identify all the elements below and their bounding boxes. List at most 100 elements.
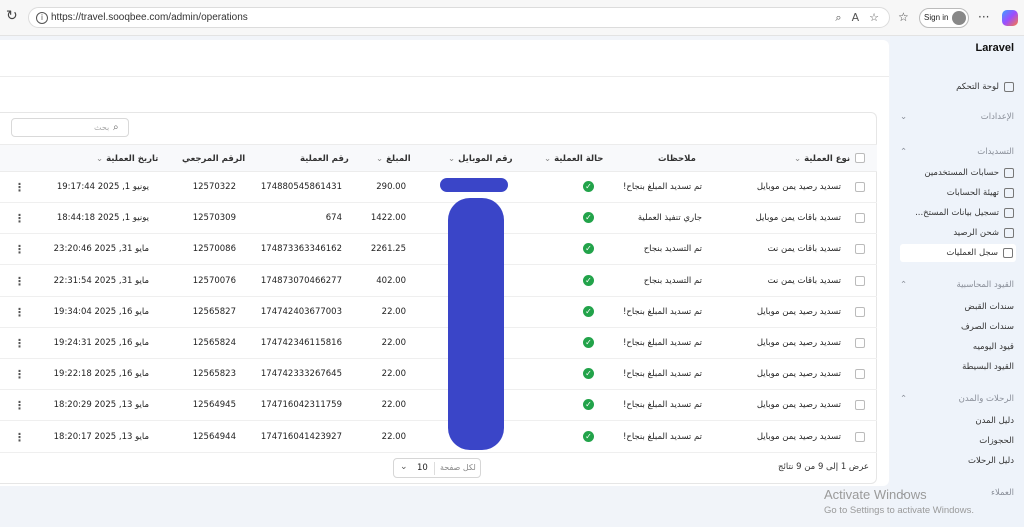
cell-operation-number: 174742333267645	[260, 369, 342, 380]
url-text[interactable]: https://travel.sooqbee.com/admin/operati…	[51, 12, 248, 23]
sidebar-item-bookings[interactable]: الحجوزات	[900, 432, 1014, 450]
cell-operation-type: تسديد رصيد يمن موبايل	[756, 431, 841, 442]
column-operation-number: رقم العملية	[300, 154, 349, 164]
cell-notes: تم التسديد بنجاح	[643, 244, 702, 255]
cell-operation-type: تسديد باقات يمن موبايل	[755, 213, 841, 224]
select-all-checkbox[interactable]	[855, 153, 865, 163]
status-success-icon: ✓	[583, 212, 594, 224]
row-actions-icon[interactable]: ⋮	[14, 337, 25, 350]
row-checkbox[interactable]	[855, 244, 865, 255]
row-checkbox[interactable]	[855, 306, 865, 317]
search-icon: ⌕	[113, 122, 119, 133]
cell-operation-number: 174880545861431	[260, 182, 342, 192]
cell-date: مايو 16, 2025 19:24:31	[53, 338, 149, 348]
row-checkbox[interactable]	[855, 213, 865, 224]
sort-icon: ⌄	[376, 154, 384, 164]
column-mobile[interactable]: ⌄ رقم الموبايل	[444, 154, 512, 164]
favorites-icon[interactable]: ☆	[898, 10, 909, 24]
chevron-down-icon: ⌄	[900, 112, 908, 122]
sort-icon: ⌄	[794, 154, 802, 164]
status-success-icon: ✓	[583, 274, 594, 286]
address-bar[interactable]: i https://travel.sooqbee.com/admin/opera…	[28, 7, 890, 28]
cell-reference: 12570076	[192, 275, 236, 286]
row-actions-icon[interactable]: ⋮	[14, 181, 25, 194]
row-checkbox[interactable]	[855, 338, 865, 348]
zoom-icon[interactable]: ⌕	[835, 11, 841, 25]
column-date[interactable]: ⌄ تاريخ العملية	[92, 154, 158, 164]
table-row[interactable]: ⋮ تسديد رصيد يمن موبايل تم تسديد المبلغ بن…	[0, 172, 877, 203]
sidebar-item-balance-topup[interactable]: شحن الرصيد	[900, 224, 1014, 242]
copilot-icon[interactable]	[1002, 10, 1018, 26]
section-payments[interactable]: التسديدات ⌃	[900, 147, 1014, 157]
per-page-select[interactable]: لكل صفحة 10 ⌄	[393, 458, 481, 478]
column-status[interactable]: ⌄ حالة العملية	[540, 154, 603, 164]
document-icon	[1004, 208, 1014, 218]
table-row[interactable]: ⋮ تسديد باقات يمن موبايل جاري تنفيذ العملي…	[0, 203, 877, 235]
status-success-icon: ✓	[583, 430, 594, 442]
row-checkbox[interactable]	[855, 431, 865, 442]
row-actions-icon[interactable]: ⋮	[14, 243, 25, 256]
sidebar-item-trips[interactable]: دليل الرحلات	[900, 452, 1014, 470]
column-reference: الرقم المرجعي	[182, 154, 246, 164]
cell-amount: 22.00	[381, 431, 406, 442]
row-actions-icon[interactable]: ⋮	[14, 212, 25, 225]
row-actions-icon[interactable]: ⋮	[14, 368, 25, 381]
cell-reference: 12564945	[192, 400, 236, 411]
sign-in-button[interactable]: Sign in	[919, 8, 969, 28]
row-checkbox[interactable]	[855, 400, 865, 411]
section-settings[interactable]: الإعدادات ⌄	[900, 112, 1014, 122]
section-trips[interactable]: الرحلات والمدن ⌃	[900, 394, 1014, 404]
table-row[interactable]: ⋮ تسديد باقات يمن نت تم التسديد بنجاح 2261.…	[0, 234, 877, 266]
sidebar-item-payments-vouchers[interactable]: سندات الصرف	[900, 318, 1014, 336]
table-row[interactable]: ⋮ تسديد رصيد يمن موبايل تم تسديد المبلغ بن…	[0, 390, 877, 422]
search-input[interactable]: بحث ⌕	[11, 118, 129, 137]
sidebar-item-dashboard[interactable]: لوحة التحكم	[900, 78, 1014, 96]
favorite-star-icon[interactable]: ☆	[869, 11, 879, 25]
site-info-icon[interactable]: i	[36, 12, 48, 24]
cell-notes: تم تسديد المبلغ بنجاح!	[622, 400, 702, 411]
cell-operation-number: 674	[325, 213, 342, 224]
sidebar-item-simple-entries[interactable]: القيود البسيطة	[900, 358, 1014, 376]
row-checkbox[interactable]	[855, 182, 865, 192]
more-options-icon[interactable]: ···	[978, 10, 989, 24]
brand-logo[interactable]: Laravel	[975, 42, 1014, 54]
wrench-icon	[1004, 168, 1014, 178]
status-success-icon: ✓	[583, 305, 594, 317]
table-row[interactable]: ⋮ تسديد رصيد يمن موبايل تم تسديد المبلغ بن…	[0, 359, 877, 391]
column-amount[interactable]: ⌄ المبلغ	[372, 154, 411, 164]
table-row[interactable]: ⋮ تسديد رصيد يمن موبايل تم تسديد المبلغ بن…	[0, 297, 877, 328]
cell-date: يونيو 1, 2025 19:17:44	[56, 182, 149, 192]
table-row[interactable]: ⋮ تسديد رصيد يمن موبايل تم تسديد المبلغ بن…	[0, 328, 877, 359]
row-actions-icon[interactable]: ⋮	[14, 431, 25, 444]
cell-date: مايو 13, 2025 18:20:17	[53, 431, 149, 442]
cell-amount: 22.00	[381, 400, 406, 411]
sidebar-item-user-accounts[interactable]: حسابات المستخدمين	[900, 164, 1014, 182]
row-actions-icon[interactable]: ⋮	[14, 306, 25, 319]
table-row[interactable]: ⋮ تسديد رصيد يمن موبايل تم تسديد المبلغ بن…	[0, 422, 877, 453]
table-row[interactable]: ⋮ تسديد باقات يمن نت تم التسديد بنجاح 402.0…	[0, 266, 877, 297]
sidebar-item-register-data[interactable]: تسجيل بيانات المستخ...	[900, 204, 1014, 222]
column-operation-type[interactable]: ⌄ نوع العملية	[790, 154, 850, 164]
sidebar-item-cities[interactable]: دليل المدن	[900, 412, 1014, 430]
row-actions-icon[interactable]: ⋮	[14, 399, 25, 412]
row-checkbox[interactable]	[855, 275, 865, 286]
sidebar-item-account-setup[interactable]: تهيئة الحسابات	[900, 184, 1014, 202]
cell-amount: 22.00	[381, 369, 406, 380]
cell-date: يونيو 1, 2025 18:44:18	[56, 213, 149, 224]
chevron-down-icon: ⌄	[400, 462, 408, 472]
row-actions-icon[interactable]: ⋮	[14, 275, 25, 288]
sidebar-item-daily-entries[interactable]: قيود اليوميه	[900, 338, 1014, 356]
reload-icon[interactable]: ↻	[6, 9, 20, 23]
log-icon	[1003, 248, 1013, 258]
sidebar-item-receipts[interactable]: سندات القبض	[900, 298, 1014, 316]
cell-reference: 12570309	[192, 213, 236, 224]
section-accounting[interactable]: القيود المحاسبية ⌃	[900, 280, 1014, 290]
sidebar-item-operations-log[interactable]: سجل العمليات	[900, 244, 1016, 262]
cell-amount: 2261.25	[370, 244, 406, 255]
cell-notes: تم تسديد المبلغ بنجاح!	[622, 431, 702, 442]
cell-amount: 22.00	[381, 306, 406, 317]
cell-amount: 1422.00	[370, 213, 406, 224]
cell-operation-type: تسديد باقات يمن نت	[767, 275, 841, 286]
read-aloud-icon[interactable]: A	[852, 11, 860, 25]
row-checkbox[interactable]	[855, 369, 865, 380]
